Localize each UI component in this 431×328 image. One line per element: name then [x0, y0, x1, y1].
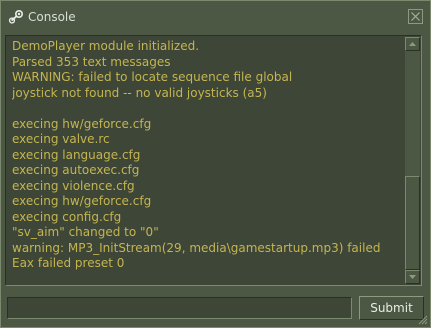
- vertical-scrollbar[interactable]: [405, 37, 420, 284]
- arrow-down-icon: [409, 275, 416, 279]
- output-line: execing hw/geforce.cfg: [12, 116, 152, 131]
- close-icon: [411, 12, 420, 21]
- output-line: Eax failed preset 0: [12, 256, 125, 270]
- scroll-down-button[interactable]: [405, 270, 420, 284]
- scroll-up-button[interactable]: [405, 37, 420, 51]
- output-list: DemoPlayer module initialized. Parsed 353…: [12, 39, 402, 272]
- output-line: execing language.cfg: [12, 147, 141, 162]
- output-line: [12, 101, 402, 117]
- output-line: DemoPlayer module initialized.: [12, 39, 200, 53]
- console-output[interactable]: DemoPlayer module initialized. Parsed 353…: [5, 35, 422, 286]
- output-line: joystick not found -- no valid joysticks…: [12, 85, 267, 100]
- output-line: execing violence.cfg: [12, 178, 135, 193]
- output-line: execing hw/geforce.cfg: [12, 194, 152, 208]
- resize-grip-icon[interactable]: [418, 315, 428, 325]
- title-bar[interactable]: Console: [1, 1, 430, 33]
- output-line: execing valve.rc: [12, 132, 110, 146]
- console-window: Console DemoPlayer module initialized. Pa…: [0, 0, 431, 328]
- output-line: execing config.cfg: [12, 209, 122, 224]
- submit-button[interactable]: Submit: [359, 296, 424, 320]
- window-title: Console: [28, 10, 76, 24]
- scroll-thumb[interactable]: [405, 176, 420, 270]
- output-line: Parsed 353 text messages: [12, 54, 171, 69]
- output-line: execing autoexec.cfg: [12, 163, 140, 177]
- output-line: WARNING: failed to locate sequence file …: [12, 70, 293, 84]
- output-line: warning: MP3_InitStream(29, media\gamest…: [12, 240, 381, 255]
- steam-logo-icon: [8, 9, 24, 25]
- close-button[interactable]: [408, 9, 423, 24]
- output-line: "sv_aim" changed to "0": [12, 225, 159, 239]
- scroll-track[interactable]: [405, 51, 420, 270]
- command-input[interactable]: [7, 297, 352, 319]
- arrow-up-icon: [409, 42, 416, 46]
